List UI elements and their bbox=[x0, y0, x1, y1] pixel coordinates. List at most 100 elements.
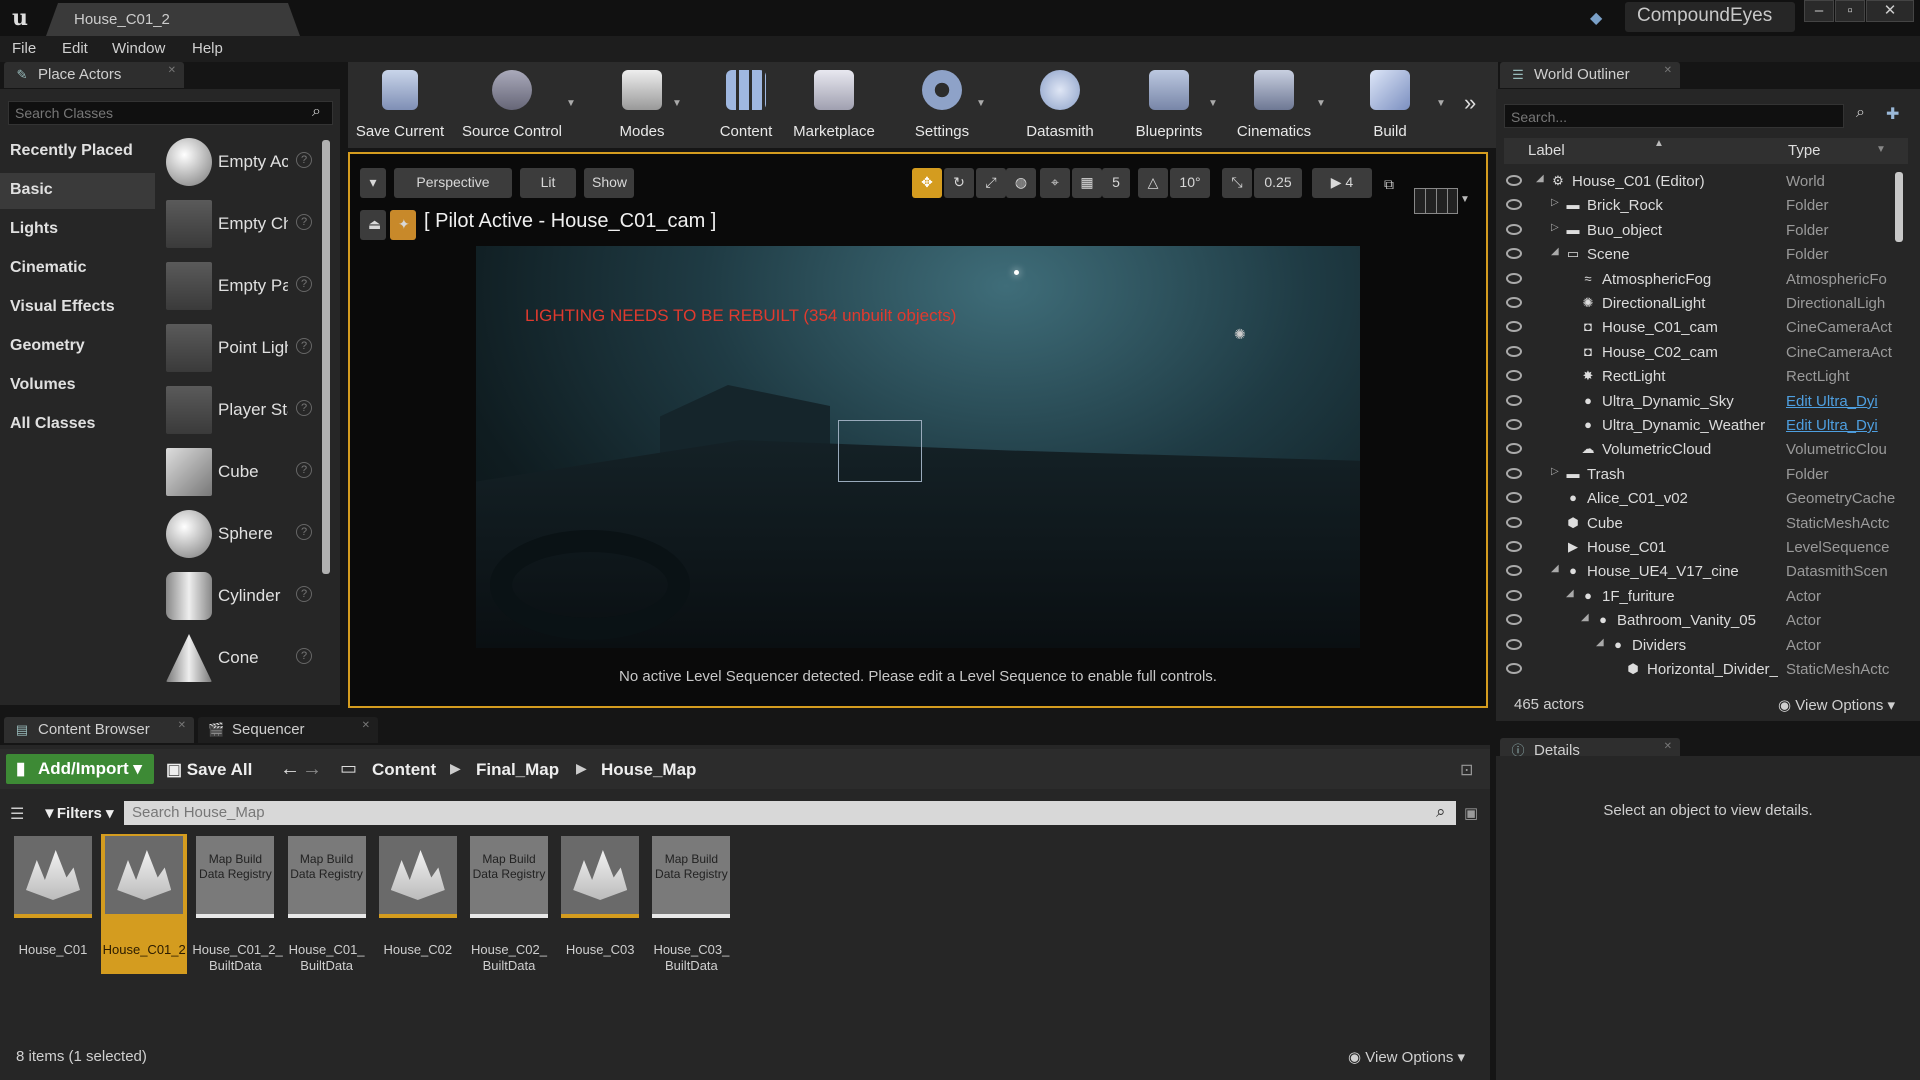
chevron-down-icon[interactable]: ▼ bbox=[1876, 144, 1886, 155]
outliner-scrollbar[interactable] bbox=[1895, 172, 1903, 242]
actor-cone[interactable]: Cone? bbox=[160, 630, 320, 688]
blueprints-button[interactable]: Blueprints bbox=[1124, 62, 1214, 148]
search-classes-input[interactable]: Search Classes bbox=[8, 101, 333, 125]
translate-tool-icon[interactable]: ✥ bbox=[912, 168, 942, 198]
category-cinematic[interactable]: Cinematic bbox=[0, 251, 155, 287]
visibility-eye-icon[interactable] bbox=[1506, 321, 1522, 333]
chevron-down-icon[interactable]: ▼ bbox=[1460, 194, 1470, 205]
tab-world-outliner[interactable]: ☰ World Outliner ✕ bbox=[1500, 62, 1680, 88]
outliner-row[interactable]: ◘ House_C01_cam CineCameraAct bbox=[1504, 316, 1900, 340]
visibility-eye-icon[interactable] bbox=[1506, 516, 1522, 528]
outliner-row[interactable]: ● Ultra_Dynamic_Weather Edit Ultra_Dyi bbox=[1504, 414, 1900, 438]
visibility-eye-icon[interactable] bbox=[1506, 419, 1522, 430]
expand-arrow-icon[interactable]: ◢ bbox=[1536, 173, 1544, 184]
menu-help[interactable]: Help bbox=[192, 40, 223, 57]
grid-snap-icon[interactable]: ▦ bbox=[1072, 168, 1102, 198]
breadcrumb-final-map[interactable]: Final_Map bbox=[476, 760, 559, 780]
chevron-down-icon[interactable]: ▼ bbox=[1316, 98, 1326, 109]
search-icon[interactable]: ⌕ bbox=[312, 103, 321, 121]
breadcrumb-chevron-icon[interactable]: ▶ bbox=[576, 760, 587, 777]
expand-arrow-icon[interactable]: ◢ bbox=[1551, 246, 1559, 257]
pilot-actor-icon[interactable]: ✦ bbox=[390, 210, 416, 240]
outliner-row[interactable]: ✺ DirectionalLight DirectionalLigh bbox=[1504, 292, 1900, 316]
content-button[interactable]: Content bbox=[704, 62, 788, 148]
place-actors-scrollbar[interactable] bbox=[322, 140, 330, 574]
outliner-row[interactable]: ⬢ Horizontal_Divider_ StaticMeshActc bbox=[1504, 658, 1900, 682]
visibility-eye-icon[interactable] bbox=[1506, 345, 1522, 357]
menu-window[interactable]: Window bbox=[112, 40, 165, 57]
maximize-button[interactable]: ▫ bbox=[1835, 0, 1865, 22]
outliner-view-options[interactable]: ◉ View Options ▾ bbox=[1778, 696, 1895, 714]
close-tab-icon[interactable]: ✕ bbox=[362, 720, 370, 731]
outliner-row[interactable]: ◢ ● Bathroom_Vanity_05 Actor bbox=[1504, 609, 1900, 633]
visibility-eye-icon[interactable] bbox=[1506, 370, 1522, 382]
visibility-eye-icon[interactable] bbox=[1506, 443, 1522, 455]
eject-pilot-icon[interactable]: ⏏ bbox=[360, 210, 386, 240]
breadcrumb-content[interactable]: Content bbox=[372, 760, 436, 780]
visibility-eye-icon[interactable] bbox=[1506, 394, 1522, 406]
back-arrow-icon[interactable]: ← bbox=[280, 758, 300, 781]
build-button[interactable]: Build bbox=[1350, 62, 1430, 148]
outliner-row[interactable]: ◢ ▭ Scene Folder bbox=[1504, 243, 1900, 267]
save-search-icon[interactable]: ▣ bbox=[1464, 804, 1478, 822]
visibility-eye-icon[interactable] bbox=[1506, 492, 1522, 504]
rotation-snap-icon[interactable]: △ bbox=[1138, 168, 1168, 198]
level-tab[interactable]: House_C01_2 bbox=[46, 3, 300, 36]
asset-tile[interactable]: House_C01 bbox=[10, 834, 96, 974]
expand-arrow-icon[interactable]: ▷ bbox=[1551, 466, 1559, 477]
category-visual-effects[interactable]: Visual Effects bbox=[0, 290, 155, 326]
maximize-viewport-icon[interactable]: ⧉ bbox=[1384, 176, 1394, 193]
breadcrumb-house-map[interactable]: House_Map bbox=[601, 760, 696, 780]
content-view-options[interactable]: ◉ View Options ▾ bbox=[1348, 1048, 1465, 1066]
help-icon[interactable]: ? bbox=[296, 400, 312, 416]
datasmith-button[interactable]: Datasmith bbox=[1010, 62, 1110, 148]
actor-point-light[interactable]: Point Light? bbox=[160, 320, 320, 378]
forward-arrow-icon[interactable]: → bbox=[302, 758, 322, 781]
layout-icon[interactable] bbox=[1414, 188, 1458, 214]
visibility-eye-icon[interactable] bbox=[1506, 272, 1522, 284]
viewport-options-button[interactable]: ▾ bbox=[360, 168, 386, 198]
outliner-row[interactable]: ● Alice_C01_v02 GeometryCache bbox=[1504, 487, 1900, 511]
chevron-down-icon[interactable]: ▼ bbox=[976, 98, 986, 109]
actor-empty-actor[interactable]: Empty Actor? bbox=[160, 134, 320, 192]
tab-place-actors[interactable]: ✎ Place Actors ✕ bbox=[4, 62, 184, 88]
visibility-eye-icon[interactable] bbox=[1506, 663, 1522, 674]
outliner-row[interactable]: ⬢ Cube StaticMeshActc bbox=[1504, 512, 1900, 536]
folder-open-icon[interactable]: ▭ bbox=[340, 758, 357, 779]
visibility-eye-icon[interactable] bbox=[1506, 248, 1522, 260]
visibility-eye-icon[interactable] bbox=[1506, 199, 1522, 211]
close-window-button[interactable]: ✕ bbox=[1866, 0, 1914, 22]
visibility-eye-icon[interactable] bbox=[1506, 589, 1522, 601]
help-icon[interactable]: ? bbox=[296, 648, 312, 664]
camera-speed-button[interactable]: ▶ 4 bbox=[1312, 168, 1372, 198]
outliner-row-type[interactable]: Edit Ultra_Dyi bbox=[1786, 393, 1898, 410]
outliner-row[interactable]: ▷ ▬ Trash Folder bbox=[1504, 463, 1900, 487]
outliner-row[interactable]: ◢ ● Dividers Actor bbox=[1504, 634, 1900, 658]
actor-empty-pawn[interactable]: Empty Pawn? bbox=[160, 258, 320, 316]
help-icon[interactable]: ? bbox=[296, 214, 312, 230]
breadcrumb-chevron-icon[interactable]: ▶ bbox=[450, 760, 461, 777]
expand-arrow-icon[interactable]: ◢ bbox=[1551, 563, 1559, 574]
asset-tile[interactable]: Map Build Data Registry House_C01_ BuiltD… bbox=[284, 834, 370, 974]
close-tab-icon[interactable]: ✕ bbox=[1664, 741, 1672, 752]
actor-empty-character[interactable]: Empty Character? bbox=[160, 196, 320, 254]
outliner-row[interactable]: ◢ ● House_UE4_V17_cine DatasmithScen bbox=[1504, 560, 1900, 584]
category-basic[interactable]: Basic bbox=[0, 173, 155, 209]
visibility-eye-icon[interactable] bbox=[1506, 175, 1522, 186]
actor-sphere[interactable]: Sphere? bbox=[160, 506, 320, 564]
asset-tile[interactable]: House_C01_2 bbox=[101, 834, 188, 974]
close-tab-icon[interactable]: ✕ bbox=[1664, 65, 1672, 76]
help-icon[interactable]: ? bbox=[296, 586, 312, 602]
visibility-eye-icon[interactable] bbox=[1506, 223, 1522, 235]
help-icon[interactable]: ? bbox=[296, 152, 312, 168]
outliner-row-type[interactable]: Edit Ultra_Dyi bbox=[1786, 417, 1898, 434]
rotation-snap-value[interactable]: 10° bbox=[1170, 168, 1210, 198]
scale-snap-icon[interactable]: ⤡ bbox=[1222, 168, 1252, 198]
actor-player-start[interactable]: Player Start? bbox=[160, 382, 320, 440]
asset-tile[interactable]: Map Build Data Registry House_C01_2_ Buil… bbox=[192, 834, 283, 974]
close-tab-icon[interactable]: ✕ bbox=[178, 720, 186, 731]
grid-snap-value[interactable]: 5 bbox=[1102, 168, 1130, 198]
light-actor-icon[interactable]: ✺ bbox=[1234, 326, 1246, 343]
cinematics-button[interactable]: Cinematics bbox=[1228, 62, 1320, 148]
visibility-eye-icon[interactable] bbox=[1506, 614, 1522, 626]
